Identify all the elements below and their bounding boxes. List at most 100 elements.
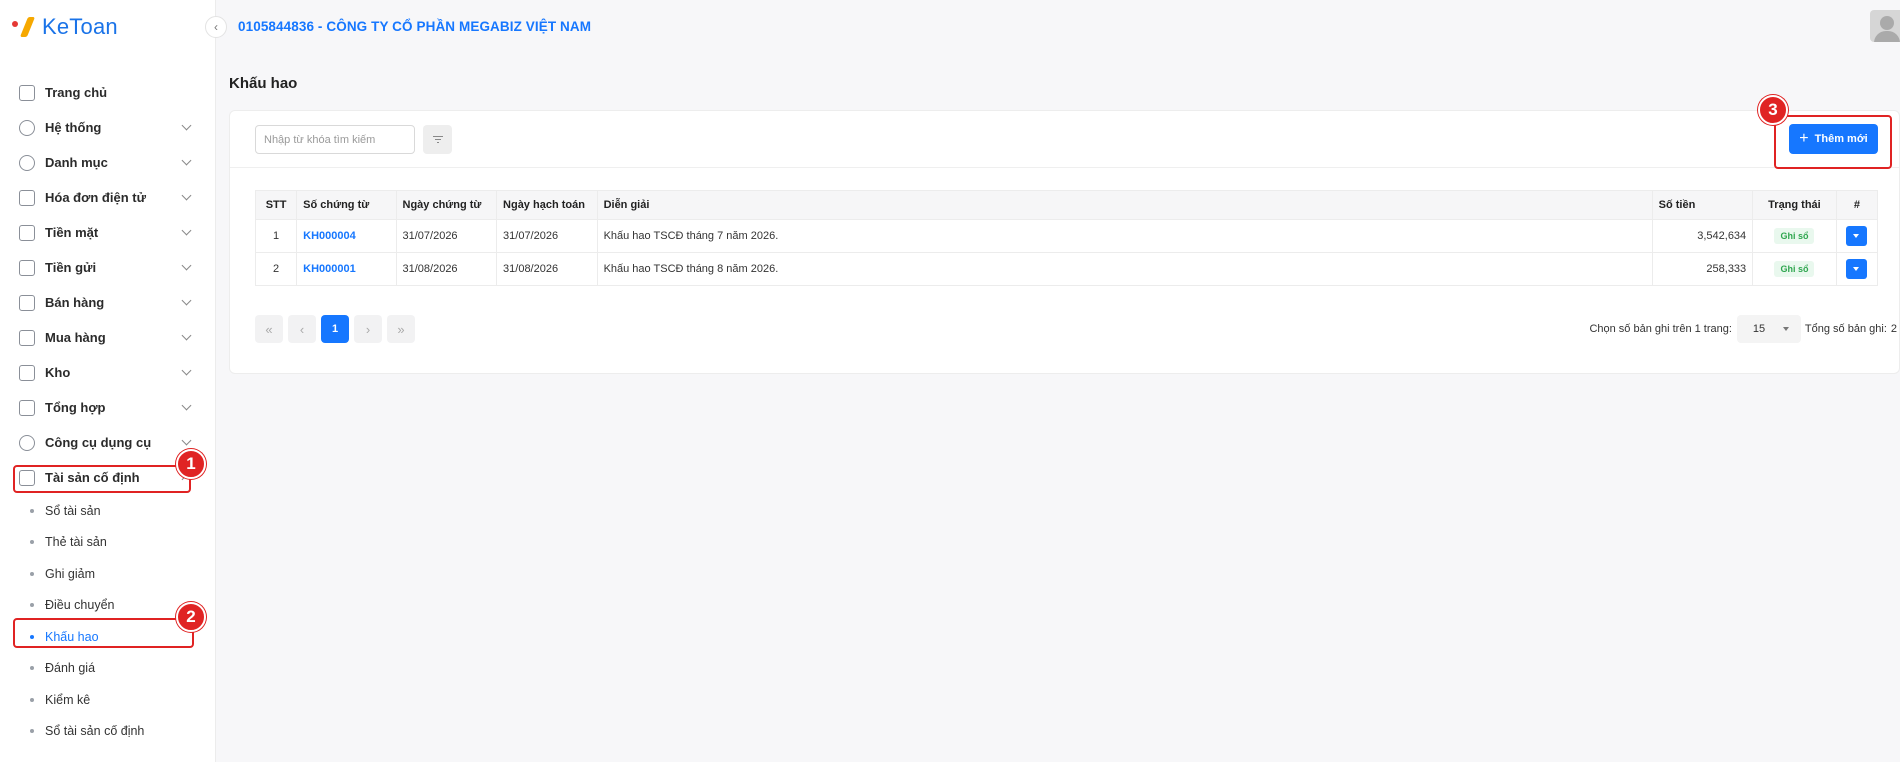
sidebar-subitem-ghi-giam[interactable]: Ghi giảm <box>0 558 215 590</box>
catalog-icon <box>19 154 35 171</box>
sidebar-item-mua-hang[interactable]: Mua hàng <box>0 320 215 355</box>
bullet-icon <box>30 571 34 576</box>
col-header-post-date[interactable]: Ngày hạch toán <box>496 190 598 220</box>
page-title: Khấu hao <box>229 75 298 92</box>
cell-amount: 258,333 <box>1651 252 1754 286</box>
cell-post-date: 31/07/2026 <box>496 219 598 253</box>
sales-icon <box>19 294 35 311</box>
chevron-down-icon <box>181 225 192 236</box>
chevron-down-icon <box>181 190 192 201</box>
avatar[interactable] <box>1870 10 1900 42</box>
col-header-description[interactable]: Diễn giải <box>596 190 1653 220</box>
chevron-left-icon: ‹ <box>214 20 218 34</box>
bullet-icon <box>30 508 34 513</box>
sidebar-item-kho[interactable]: Kho <box>0 355 215 390</box>
sidebar-item-tien-gui[interactable]: Tiền gửi <box>0 250 215 285</box>
bullet-icon <box>30 729 34 734</box>
chevron-down-icon <box>181 295 192 306</box>
sidebar-subitem-label: Điều chuyển <box>45 598 115 613</box>
sidebar-subitem-label: Thẻ tài sản <box>45 535 107 550</box>
sidebar-item-label: Mua hàng <box>45 330 106 345</box>
chevron-down-icon <box>181 365 192 376</box>
chevron-down-icon <box>181 435 192 446</box>
chevron-down-icon <box>181 155 192 166</box>
last-page-button[interactable]: » <box>387 315 415 343</box>
table-row[interactable]: 2 KH000001 31/08/2026 31/08/2026 Khấu ha… <box>254 252 1879 286</box>
col-header-status[interactable]: Trạng thái <box>1752 190 1837 220</box>
sidebar-item-label: Hệ thống <box>45 120 102 135</box>
sidebar-item-tien-mat[interactable]: Tiền mặt <box>0 215 215 250</box>
cell-stt: 2 <box>254 252 298 286</box>
sidebar-item-label: Kho <box>45 365 71 380</box>
bullet-icon <box>30 666 34 671</box>
first-page-button[interactable]: « <box>255 315 283 343</box>
filter-button[interactable] <box>423 125 452 154</box>
sidebar-item-he-thong[interactable]: Hệ thống <box>0 110 215 145</box>
annotation-box-2 <box>13 618 194 648</box>
user-icon <box>1880 16 1894 30</box>
cash-icon <box>19 224 35 241</box>
doc-number-link[interactable]: KH000004 <box>303 230 356 242</box>
row-action-dropdown-button[interactable] <box>1846 259 1868 279</box>
topbar: 0105844836 - CÔNG TY CỔ PHẦN MEGABIZ VIỆ… <box>216 0 1900 55</box>
chevron-down-icon <box>181 120 192 131</box>
col-header-doc-no[interactable]: Số chứng từ <box>296 190 397 220</box>
sidebar-subitem-label: Đánh giá <box>45 661 96 676</box>
sidebar-subitem-label: Kiểm kê <box>45 692 91 707</box>
sidebar-item-label: Tiền gửi <box>45 260 97 275</box>
logo-mark-icon <box>12 15 40 39</box>
col-header-action: # <box>1835 190 1879 220</box>
sidebar-collapse-button[interactable]: ‹ <box>205 16 227 38</box>
chevron-down-icon <box>181 330 192 341</box>
sidebar-subitem-so-tai-san-co-dinh[interactable]: Sổ tài sản cố định <box>0 716 215 748</box>
col-header-stt: STT <box>254 190 298 220</box>
sidebar-subitem-kiem-ke[interactable]: Kiểm kê <box>0 684 215 716</box>
company-name: 0105844836 - CÔNG TY CỔ PHẦN MEGABIZ VIỆ… <box>238 19 592 34</box>
chart-line-icon <box>19 399 35 416</box>
invoice-icon <box>19 189 35 206</box>
annotation-marker-2: 2 <box>176 602 206 632</box>
prev-page-button[interactable]: ‹ <box>288 315 316 343</box>
cell-doc-date: 31/07/2026 <box>395 219 498 253</box>
sidebar-item-label: Hóa đơn điện tử <box>45 190 146 205</box>
sidebar-item-tong-hop[interactable]: Tổng hợp <box>0 390 215 425</box>
sidebar-item-trang-chu[interactable]: Trang chủ <box>0 75 215 110</box>
sidebar-subitem-danh-gia[interactable]: Đánh giá <box>0 653 215 685</box>
cell-doc-date: 31/08/2026 <box>395 252 498 286</box>
page-button-current[interactable]: 1 <box>321 315 349 343</box>
sidebar-subitem-label: Sổ tài sản cố định <box>45 724 145 739</box>
bullet-icon <box>30 540 34 545</box>
next-page-button[interactable]: › <box>354 315 382 343</box>
bullet-icon <box>30 697 34 702</box>
page-size-select[interactable]: 15 <box>1736 315 1801 343</box>
depreciation-table: STT Số chứng từ Ngày chứng từ Ngày hạch … <box>254 190 1879 286</box>
sidebar-subitem-label: Ghi giảm <box>45 566 96 581</box>
bank-card-icon <box>19 259 35 276</box>
status-badge: Ghi sổ <box>1774 261 1815 277</box>
table-row[interactable]: 1 KH000004 31/07/2026 31/07/2026 Khấu ha… <box>254 219 1879 253</box>
double-chevron-right-icon: » <box>397 321 405 337</box>
cell-stt: 1 <box>254 219 298 253</box>
sidebar-item-danh-muc[interactable]: Danh mục <box>0 145 215 180</box>
col-header-doc-date[interactable]: Ngày chứng từ <box>395 190 498 220</box>
page-size-label: Chọn số bản ghi trên 1 trang: <box>1589 323 1732 335</box>
total-records-label: Tổng số bản ghi: <box>1804 323 1887 335</box>
sidebar-subitem-so-tai-san[interactable]: Sổ tài sản <box>0 495 215 527</box>
row-action-dropdown-button[interactable] <box>1846 226 1868 246</box>
sidebar-subitem-the-tai-san[interactable]: Thẻ tài sản <box>0 527 215 559</box>
col-header-amount[interactable]: Số tiền <box>1651 190 1754 220</box>
chevron-right-icon: › <box>365 321 371 337</box>
doc-number-link[interactable]: KH000001 <box>303 263 356 275</box>
pagination-info: Chọn số bản ghi trên 1 trang: 15 Tổng số… <box>1589 315 1899 343</box>
cell-description: Khấu hao TSCĐ tháng 8 năm 2026. <box>596 252 1653 286</box>
bullet-icon <box>30 603 34 608</box>
app-logo[interactable]: KeToan <box>12 12 118 42</box>
cell-post-date: 31/08/2026 <box>496 252 598 286</box>
sidebar-item-label: Bán hàng <box>45 295 105 310</box>
sidebar-item-ban-hang[interactable]: Bán hàng <box>0 285 215 320</box>
search-input[interactable] <box>255 125 415 154</box>
double-chevron-left-icon: « <box>265 321 273 337</box>
sidebar-item-hoa-don-dien-tu[interactable]: Hóa đơn điện tử <box>0 180 215 215</box>
page-size-value: 15 <box>1752 323 1766 335</box>
chevron-left-icon: ‹ <box>299 321 305 337</box>
